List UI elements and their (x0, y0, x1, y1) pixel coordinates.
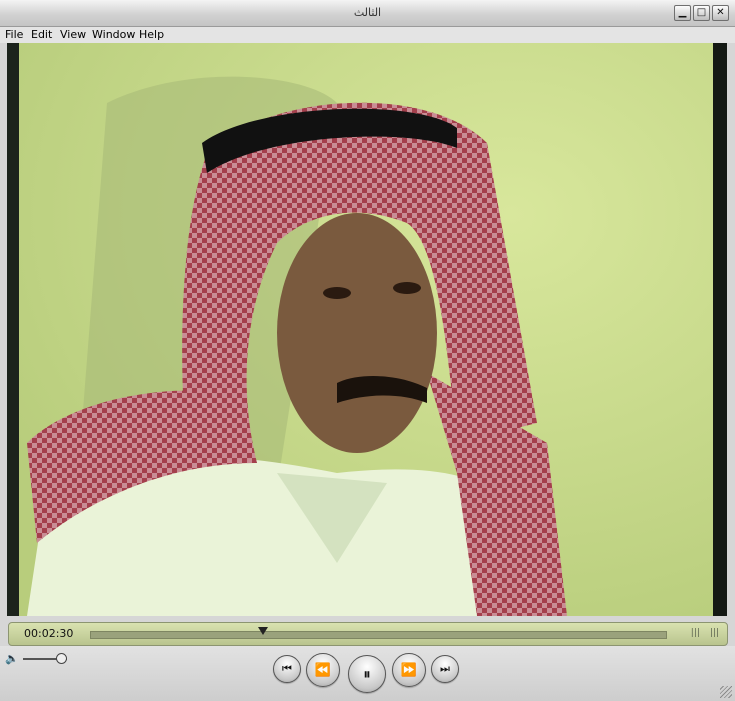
menu-window[interactable]: Window (92, 28, 135, 41)
menu-help[interactable]: Help (139, 28, 164, 41)
skip-back-icon: ⏮ (282, 662, 292, 675)
timeline-bar: 00:02:30 ||| ||| (8, 622, 728, 646)
audio-meter-right-icon: ||| (709, 628, 719, 638)
rewind-icon: ⏪ (314, 662, 332, 678)
minimize-button[interactable]: ▁ (674, 5, 691, 21)
menu-edit[interactable]: Edit (31, 28, 52, 41)
video-picture (7, 43, 727, 616)
scrub-track[interactable] (90, 631, 667, 639)
menu-view[interactable]: View (60, 28, 86, 41)
audio-meter: ||| ||| (691, 628, 719, 638)
rewind-button[interactable]: ⏪ (306, 653, 340, 687)
speaker-icon: 🔈 (5, 652, 19, 665)
menu-file[interactable]: File (5, 28, 23, 41)
skip-forward-icon: ⏭ (440, 662, 450, 675)
fast-forward-icon: ⏩ (400, 662, 418, 678)
skip-back-button[interactable]: ⏮ (273, 655, 301, 683)
window-title: الثالث (353, 6, 382, 19)
player-window: الثالث ▁ □ ✕ File Edit View Window Help (0, 0, 735, 701)
close-button[interactable]: ✕ (712, 5, 729, 21)
resize-grip[interactable] (720, 686, 732, 698)
title-bar[interactable]: الثالث ▁ □ ✕ (0, 0, 735, 27)
window-buttons: ▁ □ ✕ (674, 5, 729, 21)
pause-icon: ⏸ (363, 665, 371, 683)
volume-knob[interactable] (56, 653, 68, 664)
audio-meter-left-icon: ||| (690, 628, 700, 638)
pause-button[interactable]: ⏸ (348, 655, 386, 693)
transport-controls: 🔈 ⏮ ⏪ ⏸ ⏩ ⏭ (0, 646, 735, 701)
menu-bar: File Edit View Window Help (0, 27, 735, 43)
fast-forward-button[interactable]: ⏩ (392, 653, 426, 687)
playhead-marker[interactable] (257, 627, 268, 635)
volume-control: 🔈 (5, 652, 71, 665)
maximize-button[interactable]: □ (693, 5, 710, 21)
skip-forward-button[interactable]: ⏭ (431, 655, 459, 683)
video-frame[interactable] (7, 43, 727, 616)
timecode-display: 00:02:30 (24, 627, 74, 640)
